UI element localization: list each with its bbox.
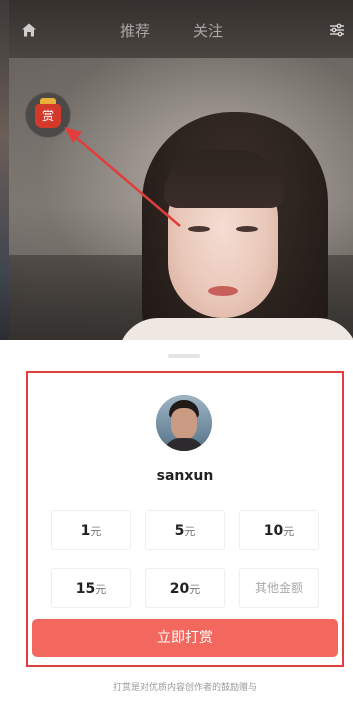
amount-value: 15: [75, 581, 96, 597]
avatar[interactable]: [156, 395, 212, 451]
avatar-face: [171, 408, 197, 440]
other-amount-label: 其他金额: [254, 581, 303, 595]
amount-unit: 元: [95, 583, 107, 596]
amount-value: 10: [263, 523, 284, 539]
amount-value: 1: [80, 523, 91, 539]
drag-handle[interactable]: [168, 354, 200, 358]
amount-option-10[interactable]: 10元: [239, 510, 319, 550]
amount-unit: 元: [189, 583, 201, 596]
amount-option-1[interactable]: 1元: [51, 510, 131, 550]
amount-unit: 元: [90, 525, 102, 538]
amount-unit: 元: [283, 525, 295, 538]
amount-option-15[interactable]: 15元: [51, 568, 131, 608]
tip-disclaimer: 打赏是对优质内容创作者的鼓励赠与: [112, 683, 257, 693]
amount-option-20[interactable]: 20元: [145, 568, 225, 608]
video-background: 推荐 关注 赏: [0, 0, 353, 340]
amount-value: 20: [169, 581, 190, 597]
amount-value: 5: [174, 523, 185, 539]
amount-option-other[interactable]: 其他金额: [239, 568, 319, 608]
tip-sheet: sanxun 1元 5元 10元 15元 20元 其他金额 立即打赏 打赏是对优…: [0, 340, 353, 713]
username: sanxun: [156, 468, 214, 484]
amount-option-5[interactable]: 5元: [145, 510, 225, 550]
amount-unit: 元: [184, 525, 196, 538]
tip-now-button[interactable]: 立即打赏: [32, 619, 338, 657]
annotation-arrow: [64, 127, 181, 227]
